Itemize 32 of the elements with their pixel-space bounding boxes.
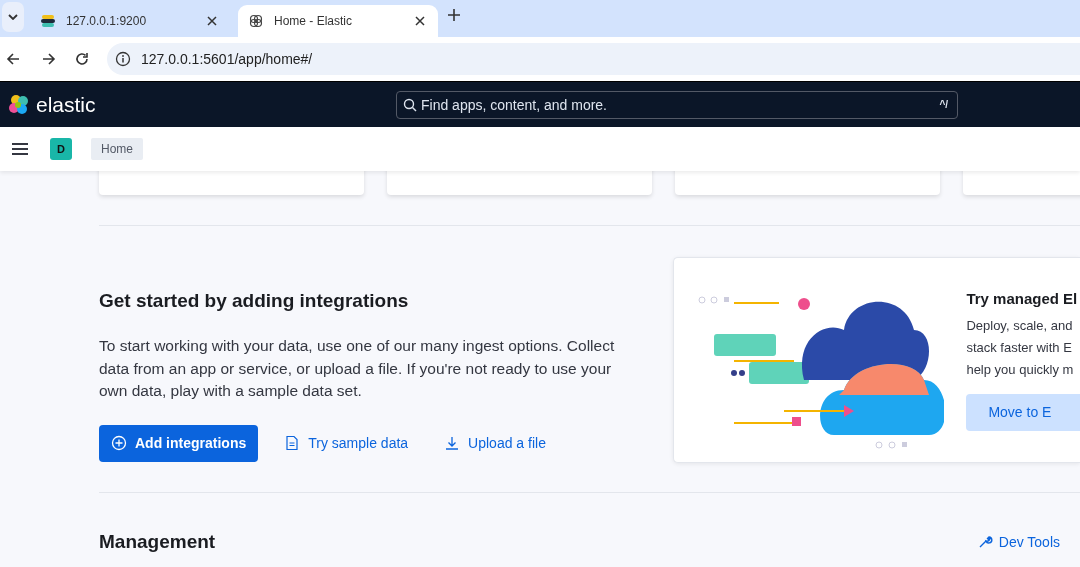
tab-list-button[interactable] bbox=[2, 1, 24, 32]
section-title: Management bbox=[99, 531, 217, 553]
new-tab-icon[interactable] bbox=[446, 6, 462, 23]
chevron-down-icon bbox=[8, 13, 18, 20]
link[interactable]: Upload a file bbox=[444, 435, 546, 451]
logo-icon[interactable] bbox=[8, 93, 30, 116]
breadcrumb[interactable]: Home bbox=[91, 138, 143, 160]
tab-title: 127.0.0.1:9200 bbox=[66, 14, 148, 28]
add-integrations-button[interactable]: Add integrations bbox=[99, 424, 259, 462]
plus-circle-icon bbox=[111, 435, 127, 451]
tab-title: Home - Elastic bbox=[274, 14, 354, 28]
shortcut-hint: ^/ bbox=[939, 98, 948, 110]
space-avatar[interactable]: D bbox=[50, 138, 72, 160]
link[interactable]: Dev Tools bbox=[976, 534, 1060, 550]
section-description: To start working with your data, use one of our many ingest options. Collect data from an app or service, or upload a file. If you're not ready to use your own data, play with a sample data set. bbox=[99, 336, 616, 401]
stacked-bars-icon bbox=[40, 13, 56, 29]
section-title: Get started by adding integrations bbox=[99, 290, 410, 312]
download-icon bbox=[444, 435, 461, 451]
brand-name[interactable]: elastic bbox=[36, 92, 96, 117]
document-icon bbox=[284, 435, 301, 451]
circles-icon bbox=[248, 13, 264, 29]
browser-tab[interactable]: Home - Elastic bbox=[238, 5, 438, 37]
browser-tab[interactable]: 127.0.0.1:9200 bbox=[30, 5, 230, 37]
move-button[interactable]: Move to E bbox=[966, 393, 1080, 431]
link[interactable]: Try sample data bbox=[284, 435, 409, 451]
menu-icon[interactable] bbox=[11, 141, 29, 157]
address-field[interactable]: 127.0.0.1:5601/app/home#/ bbox=[107, 43, 1080, 75]
info-icon[interactable] bbox=[115, 51, 131, 67]
search-icon bbox=[403, 97, 417, 112]
reload-icon[interactable] bbox=[73, 50, 91, 68]
promo-title: Try managed El bbox=[966, 289, 1079, 307]
promo-description: Deploy, scale, and stack faster with E help you quickly m bbox=[966, 316, 1075, 379]
